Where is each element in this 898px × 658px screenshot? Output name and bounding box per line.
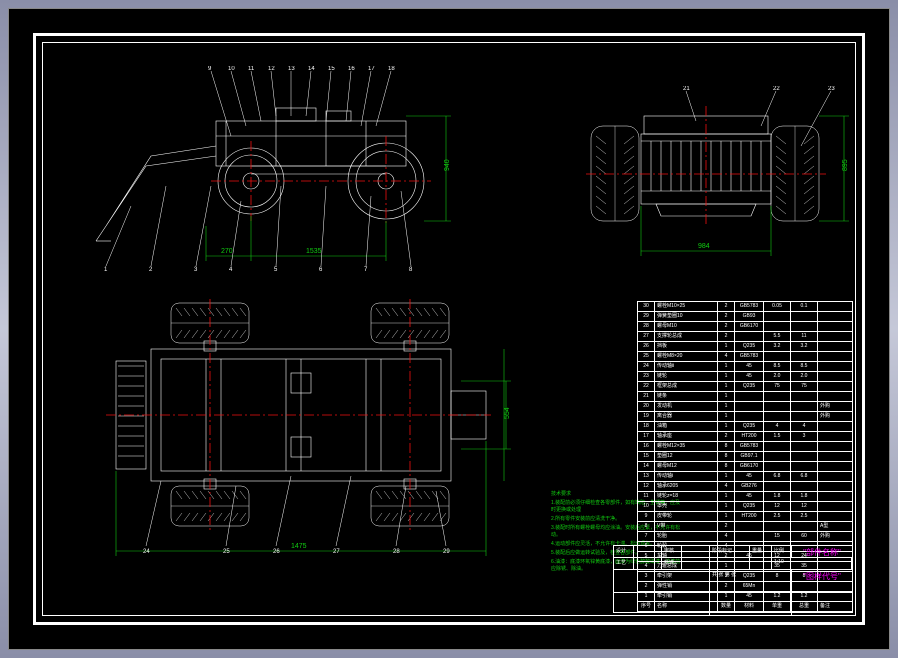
bom-row: 23链轮1452.02.0	[638, 372, 853, 382]
svg-text:27: 27	[333, 549, 340, 555]
bom-row: 29弹簧垫圈102GB93	[638, 312, 853, 322]
svg-text:7: 7	[364, 267, 368, 271]
side-view-svg: 940 270 1535 910 1112 1314 1516 1718 12 …	[76, 66, 476, 271]
bom-row: 21链条1	[638, 392, 853, 402]
svg-text:8: 8	[409, 267, 413, 271]
drawing-border: 940 270 1535 910 1112 1314 1516 1718 12 …	[33, 33, 865, 625]
svg-text:29: 29	[443, 549, 450, 555]
dim-side-h: 940	[444, 159, 451, 171]
bom-row: 27支撑轮总成25.511	[638, 332, 853, 342]
svg-text:12: 12	[268, 66, 275, 72]
title-block: 设计 审核 阶段标记 重量 比例 "部件名称" 工艺 批准 1:10 共 张 第…	[613, 545, 853, 613]
svg-text:5: 5	[274, 267, 278, 271]
svg-text:18: 18	[388, 66, 395, 72]
bom-row: 28螺母M102GB6170	[638, 322, 853, 332]
svg-text:4: 4	[229, 267, 233, 271]
bom-row: 7轮胎41560外购	[638, 532, 853, 542]
dim-side-w2: 1535	[306, 248, 322, 255]
svg-text:23: 23	[828, 86, 835, 92]
svg-text:25: 25	[223, 549, 230, 555]
window-frame: 940 270 1535 910 1112 1314 1516 1718 12 …	[8, 8, 890, 650]
svg-text:10: 10	[228, 66, 235, 72]
bom-row: 8V带2A型	[638, 522, 853, 532]
svg-text:24: 24	[143, 549, 150, 555]
dim-top-w: 1475	[291, 543, 307, 550]
svg-text:15: 15	[328, 66, 335, 72]
svg-text:28: 28	[393, 549, 400, 555]
dim-front-h: 895	[842, 159, 849, 171]
bom-row: 30螺栓M10×252GB57830.050.1	[638, 302, 853, 312]
svg-text:16: 16	[348, 66, 355, 72]
bom-row: 11链轮z=181451.81.8	[638, 492, 853, 502]
svg-text:22: 22	[773, 86, 780, 92]
svg-text:9: 9	[208, 66, 212, 72]
product-name: "部件名称"	[792, 546, 852, 557]
svg-text:1: 1	[104, 267, 108, 271]
bom-row: 14螺母M128GB6170	[638, 462, 853, 472]
svg-text:3: 3	[194, 267, 198, 271]
svg-text:21: 21	[683, 86, 690, 92]
cad-viewport: 940 270 1535 910 1112 1314 1516 1718 12 …	[0, 0, 898, 658]
bom-row: 15垫圈128GB97.1	[638, 452, 853, 462]
bom-row: 26挡板1Q2353.23.2	[638, 342, 853, 352]
bom-row: 19离合器1外购	[638, 412, 853, 422]
bom-row: 24传动轴Ⅱ1458.58.5	[638, 362, 853, 372]
svg-text:11: 11	[248, 66, 255, 72]
bom-row: 12轴承62054GB276	[638, 482, 853, 492]
plan-view: 1475 554 24 25 26 27 28 29	[76, 291, 516, 561]
front-view-svg: 984 895 21 22 23	[576, 86, 856, 266]
bom-row: 25螺栓M8×204GB5783	[638, 352, 853, 362]
drawing-number: "图样代号"	[792, 570, 852, 592]
bom-row: 17轴承座2HT2001.53	[638, 432, 853, 442]
svg-text:13: 13	[288, 66, 295, 72]
dim-side-w1: 270	[221, 248, 233, 255]
bom-row: 18油箱1Q23544	[638, 422, 853, 432]
svg-text:17: 17	[368, 66, 375, 72]
dim-front-w: 984	[698, 243, 710, 250]
svg-text:14: 14	[308, 66, 315, 72]
svg-text:26: 26	[273, 549, 280, 555]
bom-row: 9皮带轮1HT2002.52.5	[638, 512, 853, 522]
svg-text:2: 2	[149, 267, 153, 271]
bom-row: 13传动轴Ⅰ1456.86.8	[638, 472, 853, 482]
svg-text:6: 6	[319, 267, 323, 271]
side-elevation-view: 940 270 1535 910 1112 1314 1516 1718 12 …	[76, 66, 476, 271]
dim-top-h1: 554	[504, 407, 511, 419]
tb-design-label: 设计	[614, 546, 634, 557]
bom-row: 10罩壳1Q2351212	[638, 502, 853, 512]
bom-row: 22框架总成1Q2357575	[638, 382, 853, 392]
bom-row: 20发动机1外购	[638, 402, 853, 412]
front-elevation-view: 984 895 21 22 23	[576, 86, 856, 266]
top-view-svg: 1475 554 24 25 26 27 28 29	[76, 291, 516, 561]
bom-row: 16螺栓M12×358GB5783	[638, 442, 853, 452]
